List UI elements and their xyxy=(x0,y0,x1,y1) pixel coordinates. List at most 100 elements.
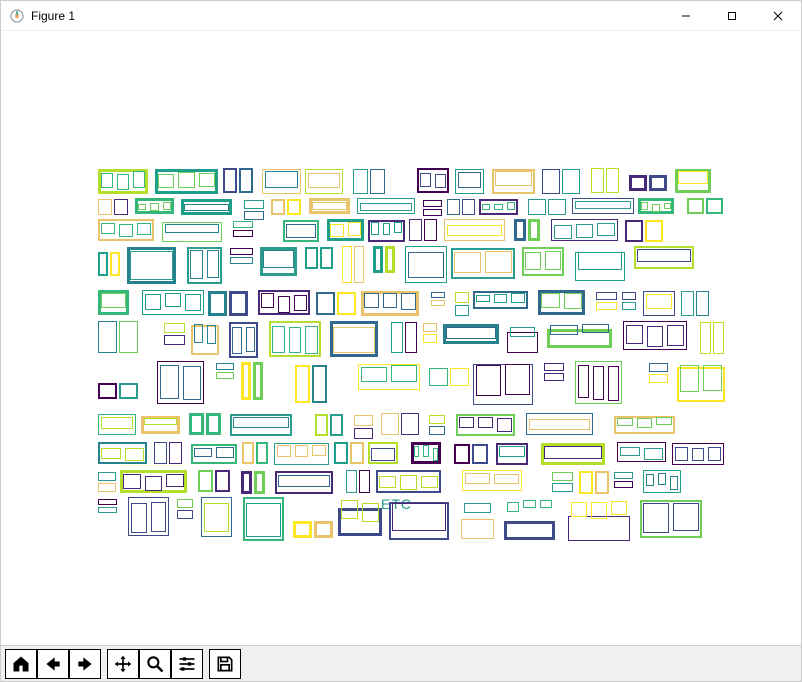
plot-rect xyxy=(165,293,181,307)
plot-rect xyxy=(458,172,481,188)
plot-rect xyxy=(239,168,253,193)
plot-rect xyxy=(189,413,204,435)
plot-rect xyxy=(494,294,508,303)
plot-rect xyxy=(656,417,672,425)
plot-rect xyxy=(578,252,622,270)
plot-rect xyxy=(494,474,519,484)
plot-rect xyxy=(233,230,253,237)
plot-rect xyxy=(578,365,589,398)
plot-rect xyxy=(330,224,344,237)
plot-rect xyxy=(98,499,117,505)
plot-rect xyxy=(295,365,310,403)
plot-rect xyxy=(353,169,368,194)
plot-rect xyxy=(381,413,399,435)
plot-rect xyxy=(119,321,138,353)
plot-rect xyxy=(133,171,145,188)
plot-rect xyxy=(315,414,328,436)
zoom-button[interactable] xyxy=(139,649,171,679)
figure-canvas[interactable]: ETC xyxy=(1,31,801,645)
plot-rect xyxy=(472,444,488,464)
plot-rect xyxy=(462,199,475,215)
pan-button[interactable] xyxy=(107,649,139,679)
plot-rect xyxy=(544,373,564,381)
plot-rect xyxy=(645,220,663,242)
save-button[interactable] xyxy=(209,649,241,679)
plot-rect xyxy=(476,295,490,302)
plot-rect xyxy=(670,476,678,490)
minimize-button[interactable] xyxy=(663,1,709,31)
plot-rect xyxy=(370,169,385,194)
plot-rect xyxy=(246,327,256,352)
plot-rect xyxy=(596,302,617,310)
plot-rect xyxy=(230,248,253,255)
plot-rect xyxy=(337,292,356,315)
plot-rect xyxy=(261,293,274,308)
plot-rect xyxy=(145,476,163,491)
plot-rect xyxy=(207,325,216,344)
plot-rect xyxy=(423,209,442,216)
plot-rect xyxy=(198,470,213,492)
plot-rect xyxy=(497,418,512,432)
configure-button[interactable] xyxy=(171,649,203,679)
back-button[interactable] xyxy=(37,649,69,679)
plot-rect xyxy=(98,321,117,353)
plot-rect xyxy=(334,442,348,464)
plot-rect xyxy=(591,502,607,519)
plot-rect xyxy=(241,471,252,494)
plot-rect xyxy=(637,249,691,262)
maximize-button[interactable] xyxy=(709,1,755,31)
plot-rect xyxy=(229,291,248,316)
plot-rect xyxy=(528,219,540,241)
plot-rect xyxy=(158,174,174,188)
plot-rect xyxy=(177,499,193,508)
plot-rect xyxy=(320,247,333,269)
plot-rect xyxy=(680,365,699,392)
forward-button[interactable] xyxy=(69,649,101,679)
plot-rect xyxy=(246,503,281,537)
plot-rect xyxy=(164,335,185,345)
plot-rect xyxy=(294,295,307,311)
plot-rect xyxy=(354,415,373,426)
plot-rect xyxy=(98,199,112,215)
plot-rect xyxy=(272,326,285,353)
plot-rect xyxy=(330,414,343,436)
plot-rect xyxy=(606,168,619,193)
rectangle-plot: ETC xyxy=(96,166,726,516)
plot-rect xyxy=(495,171,532,186)
plot-rect xyxy=(455,305,469,316)
plot-rect xyxy=(216,363,234,370)
plot-rect xyxy=(144,418,177,425)
plot-rect xyxy=(362,503,379,522)
plot-rect xyxy=(568,516,630,541)
plot-rect xyxy=(450,368,469,386)
plot-rect xyxy=(316,292,335,315)
plot-rect xyxy=(649,374,668,383)
plot-rect xyxy=(215,470,230,492)
plot-rect xyxy=(242,442,254,464)
plot-rect xyxy=(544,363,564,371)
plot-rect xyxy=(540,500,552,508)
plot-rect xyxy=(233,417,289,428)
plot-rect xyxy=(185,294,201,311)
close-button[interactable] xyxy=(755,1,801,31)
plot-rect xyxy=(151,502,167,532)
plot-rect xyxy=(510,327,535,337)
plot-rect xyxy=(431,300,445,306)
plot-rect xyxy=(562,169,580,194)
plot-rect xyxy=(596,292,617,300)
plot-rect xyxy=(507,202,515,210)
plot-rect xyxy=(499,446,525,457)
plot-rect xyxy=(643,503,669,533)
plot-rect xyxy=(265,171,298,188)
plot-rect xyxy=(391,365,417,382)
plot-rect xyxy=(312,202,347,210)
plot-rect xyxy=(383,293,398,308)
plot-rect xyxy=(681,291,694,316)
plot-rect xyxy=(286,224,316,238)
plot-rect xyxy=(244,211,264,220)
plot-rect xyxy=(360,203,412,211)
plot-rect xyxy=(164,323,185,333)
plot-rect xyxy=(98,472,116,481)
plot-rect xyxy=(552,483,573,492)
home-button[interactable] xyxy=(5,649,37,679)
